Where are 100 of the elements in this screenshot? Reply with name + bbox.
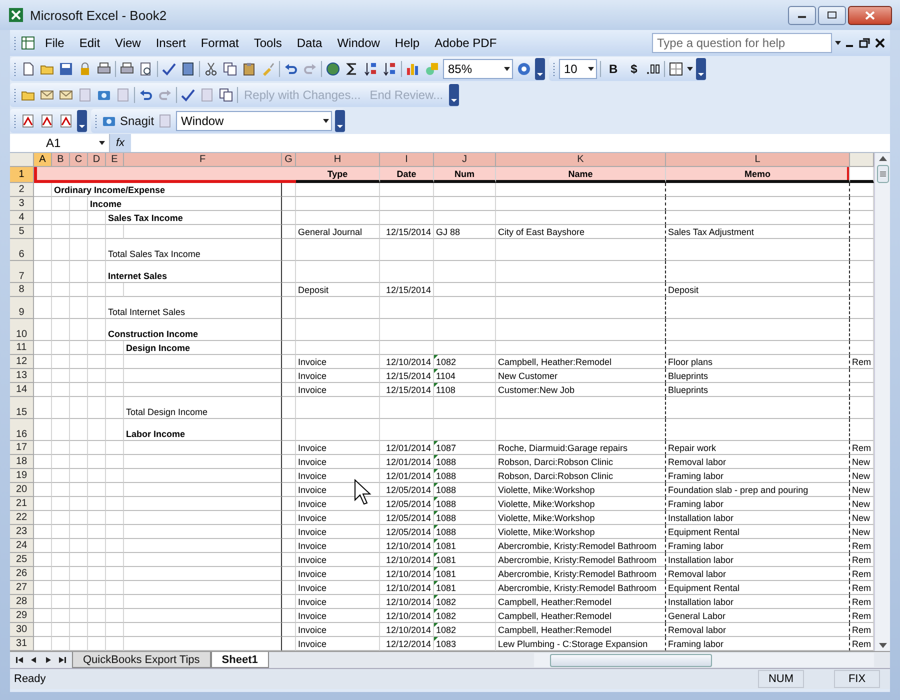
table-cell: 1081 <box>434 539 496 553</box>
table-cell: Installation labor <box>666 511 850 525</box>
table-cell: 12/05/2014 <box>380 483 434 497</box>
table-cell: 1081 <box>434 581 496 595</box>
section-heading: Construction Income <box>106 319 282 341</box>
table-cell: 12/15/2014 <box>380 283 434 297</box>
table-cell: Invoice <box>296 539 380 553</box>
table-cell: 1104 <box>434 369 496 383</box>
table-cell: GJ 88 <box>434 225 496 239</box>
table-cell: Invoice <box>296 595 380 609</box>
table-cell: 1081 <box>434 567 496 581</box>
table-cell: Invoice <box>296 441 380 455</box>
table-cell: City of East Bayshore <box>496 225 666 239</box>
table-cell: Violette, Mike:Workshop <box>496 497 666 511</box>
table-cell: Campbell, Heather:Remodel <box>496 595 666 609</box>
table-cell: 1087 <box>434 441 496 455</box>
total-label: Total Sales Tax Income <box>106 239 282 261</box>
window-title: Microsoft Excel - Book2 <box>30 8 168 22</box>
table-cell: Robson, Darci:Robson Clinic <box>496 469 666 483</box>
table-cell: Installation labor <box>666 553 850 567</box>
table-cell: 12/10/2014 <box>380 355 434 369</box>
table-cell: New Customer <box>496 369 666 383</box>
table-cell: 12/10/2014 <box>380 581 434 595</box>
table-cell: 12/10/2014 <box>380 623 434 637</box>
table-cell: 12/10/2014 <box>380 539 434 553</box>
table-cell: 12/10/2014 <box>380 609 434 623</box>
table-cell: Blueprints <box>666 369 850 383</box>
table-cell: Removal labor <box>666 567 850 581</box>
table-cell: Sales Tax Adjustment <box>666 225 850 239</box>
table-cell: Campbell, Heather:Remodel <box>496 355 666 369</box>
table-cell: Invoice <box>296 525 380 539</box>
table-cell: Equipment Rental <box>666 525 850 539</box>
table-cell: Invoice <box>296 369 380 383</box>
table-cell: 1088 <box>434 497 496 511</box>
table-cell: Invoice <box>296 567 380 581</box>
table-cell: Violette, Mike:Workshop <box>496 511 666 525</box>
table-cell: Framing labor <box>666 469 850 483</box>
section-heading: Income <box>88 197 282 211</box>
table-cell: Violette, Mike:Workshop <box>496 525 666 539</box>
table-cell: Invoice <box>296 383 380 397</box>
table-cell: Invoice <box>296 553 380 567</box>
table-cell: Installation labor <box>666 595 850 609</box>
table-cell: Campbell, Heather:Remodel <box>496 623 666 637</box>
section-heading: Ordinary Income/Expense <box>52 183 282 197</box>
table-cell: Robson, Darci:Robson Clinic <box>496 455 666 469</box>
table-cell: 1082 <box>434 623 496 637</box>
table-cell: 12/15/2014 <box>380 225 434 239</box>
total-label: Total Design Income <box>124 397 282 419</box>
table-cell: Abercrombie, Kristy:Remodel Bathroom <box>496 539 666 553</box>
table-cell: 12/10/2014 <box>380 567 434 581</box>
table-cell: 1088 <box>434 525 496 539</box>
table-cell: Invoice <box>296 581 380 595</box>
table-cell: Blueprints <box>666 383 850 397</box>
table-cell: 12/15/2014 <box>380 369 434 383</box>
table-cell: Invoice <box>296 609 380 623</box>
table-cell: 1081 <box>434 553 496 567</box>
table-cell: Invoice <box>296 455 380 469</box>
table-cell: Repair work <box>666 441 850 455</box>
table-cell: Floor plans <box>666 355 850 369</box>
section-heading: Labor Income <box>124 419 282 441</box>
table-cell: General Journal <box>296 225 380 239</box>
table-cell: Removal labor <box>666 455 850 469</box>
table-cell: Abercrombie, Kristy:Remodel Bathroom <box>496 567 666 581</box>
table-cell: Deposit <box>296 283 380 297</box>
table-cell: Invoice <box>296 511 380 525</box>
table-cell: Equipment Rental <box>666 581 850 595</box>
status-text: Ready <box>13 673 47 685</box>
table-cell: 1108 <box>434 383 496 397</box>
table-cell: Foundation slab - prep and pouring <box>666 483 850 497</box>
table-cell: 12/10/2014 <box>380 595 434 609</box>
table-cell: Campbell, Heather:Remodel <box>496 609 666 623</box>
table-cell: Roche, Diarmuid:Garage repairs <box>496 441 666 455</box>
table-cell: 12/05/2014 <box>380 525 434 539</box>
table-cell: 1082 <box>434 595 496 609</box>
table-cell: 1082 <box>434 355 496 369</box>
table-cell: Invoice <box>296 623 380 637</box>
section-heading: Design Income <box>124 341 282 355</box>
section-heading: Sales Tax Income <box>106 211 282 225</box>
table-cell: Deposit <box>666 283 850 297</box>
table-cell: Removal labor <box>666 623 850 637</box>
table-cell: 1088 <box>434 469 496 483</box>
section-heading: Internet Sales <box>106 261 282 283</box>
table-cell: 12/01/2014 <box>380 455 434 469</box>
table-cell: 1082 <box>434 609 496 623</box>
status-indicator: NUM <box>758 670 804 688</box>
table-cell: 1088 <box>434 483 496 497</box>
table-cell: Framing labor <box>666 497 850 511</box>
table-cell: 12/01/2014 <box>380 441 434 455</box>
table-cell: Framing labor <box>666 539 850 553</box>
table-cell: 1088 <box>434 511 496 525</box>
table-cell: General Labor <box>666 609 850 623</box>
table-cell: Invoice <box>296 355 380 369</box>
total-label: Total Internet Sales <box>106 297 282 319</box>
table-cell: 1088 <box>434 455 496 469</box>
status-indicator: FIX <box>834 670 880 688</box>
table-cell: Abercrombie, Kristy:Remodel Bathroom <box>496 581 666 595</box>
table-cell: 12/05/2014 <box>380 497 434 511</box>
table-cell: Abercrombie, Kristy:Remodel Bathroom <box>496 553 666 567</box>
table-cell: Violette, Mike:Workshop <box>496 483 666 497</box>
table-cell: 12/10/2014 <box>380 553 434 567</box>
